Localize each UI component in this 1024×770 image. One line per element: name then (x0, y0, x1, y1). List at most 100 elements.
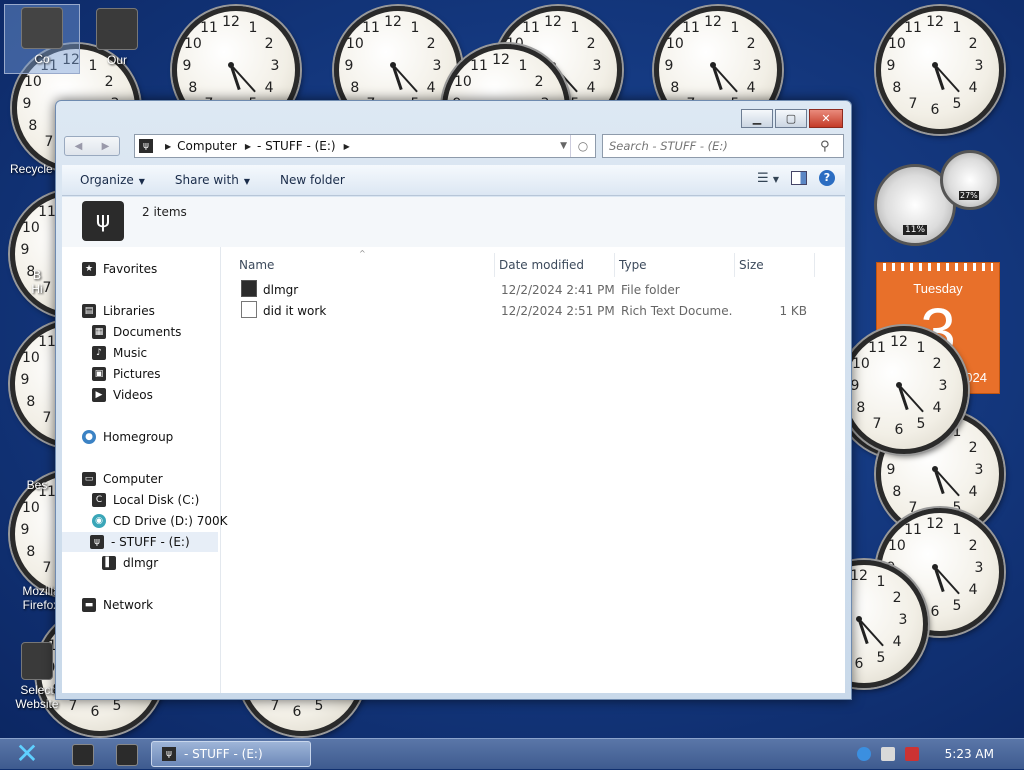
taskbar-explorer-button[interactable]: ψ - STUFF - (E:) (151, 741, 311, 767)
clock-gadget: 123456789101112 (876, 6, 1004, 134)
nav-local-disk[interactable]: C Local Disk (C:) (92, 490, 199, 510)
breadcrumb-chevron-icon[interactable]: ▶ (165, 142, 171, 151)
nav-music[interactable]: ♪ Music (92, 343, 147, 363)
clock-time[interactable]: 5:23 AM (945, 747, 994, 761)
start-button[interactable]: ✕ (10, 740, 44, 768)
column-header-date[interactable]: Date modified (495, 253, 615, 277)
svg-text:9: 9 (23, 96, 32, 112)
address-bar[interactable]: ψ ▶ Computer ▶ - STUFF - (E:) ▶ ▼ ○ (134, 134, 596, 158)
svg-text:5: 5 (953, 598, 962, 614)
maximize-button[interactable]: ▢ (775, 109, 807, 128)
taskbar-pinned-icon[interactable] (116, 744, 138, 766)
view-options-icon[interactable]: ☰ ▼ (757, 171, 779, 186)
svg-text:10: 10 (346, 36, 364, 52)
disk-icon: C (92, 493, 106, 507)
back-forward-buttons[interactable]: ◀ ▶ (64, 136, 120, 156)
svg-text:12: 12 (384, 14, 402, 30)
forward-arrow-icon[interactable]: ▶ (102, 141, 110, 152)
nav-documents[interactable]: ▦ Documents (92, 322, 181, 342)
file-name-cell: did it work (241, 301, 481, 321)
svg-text:11: 11 (522, 20, 540, 36)
svg-text:4: 4 (265, 80, 274, 96)
back-arrow-icon[interactable]: ◀ (75, 141, 83, 152)
svg-text:12: 12 (850, 568, 868, 584)
organize-label: Organize (80, 173, 134, 187)
svg-text:12: 12 (222, 14, 240, 30)
search-icon[interactable]: ⚲ (820, 139, 830, 154)
column-header-name[interactable]: Name ^ (221, 249, 495, 277)
nav-label: - STUFF - (E:) (111, 535, 190, 549)
chevron-down-icon: ▼ (243, 177, 250, 186)
close-button[interactable]: ✕ (809, 109, 843, 128)
svg-text:10: 10 (852, 356, 870, 372)
file-name-cell: dlmgr (241, 280, 481, 300)
item-count: 2 items (142, 205, 187, 219)
svg-text:7: 7 (45, 134, 54, 150)
folder-icon: ▌ (102, 556, 116, 570)
nav-label: Pictures (113, 367, 161, 381)
svg-text:8: 8 (892, 80, 901, 96)
address-dropdown-icon[interactable]: ▼ (560, 141, 567, 151)
desktop-icon-our[interactable]: Our (80, 6, 154, 67)
volume-muted-icon[interactable] (904, 747, 919, 761)
svg-text:10: 10 (454, 74, 472, 90)
svg-text:12: 12 (544, 14, 562, 30)
nav-stuff-drive[interactable]: ψ - STUFF - (E:) (62, 532, 218, 552)
file-date: 12/2/2024 2:51 PM (501, 304, 615, 318)
breadcrumb-chevron-icon[interactable]: ▶ (245, 142, 251, 151)
desktop-icon-label: Our (106, 53, 127, 67)
file-row[interactable]: dlmgr 12/2/2024 2:41 PM File folder (221, 280, 845, 300)
svg-text:10: 10 (22, 220, 40, 236)
svg-text:8: 8 (892, 484, 901, 500)
shortcut-icon (21, 642, 53, 680)
column-header-type[interactable]: Type (615, 253, 735, 277)
file-row[interactable]: did it work 12/2/2024 2:51 PM Rich Text … (221, 301, 845, 321)
explorer-window[interactable]: ▁ ▢ ✕ ◀ ▶ ψ ▶ Computer ▶ - STUFF - (E:) … (55, 100, 852, 700)
refresh-icon[interactable]: ○ (570, 135, 595, 157)
svg-text:10: 10 (22, 350, 40, 366)
svg-text:9: 9 (21, 372, 30, 388)
svg-text:11: 11 (362, 20, 380, 36)
breadcrumb-stuff-drive[interactable]: - STUFF - (E:) (257, 139, 336, 153)
nav-computer[interactable]: ▭ Computer (82, 469, 163, 489)
new-folder-button[interactable]: New folder (280, 173, 345, 187)
nav-homegroup[interactable]: ● Homegroup (82, 427, 173, 447)
preview-pane-icon[interactable] (791, 171, 807, 185)
svg-text:9: 9 (21, 522, 30, 538)
nav-cd-drive[interactable]: ◉ CD Drive (D:) 700K (92, 511, 227, 531)
svg-text:11: 11 (682, 20, 700, 36)
share-with-label: Share with (174, 173, 239, 187)
nav-libraries[interactable]: ▤ Libraries (82, 301, 155, 321)
nav-pictures[interactable]: ▣ Pictures (92, 364, 161, 384)
nav-network[interactable]: ▬ Network (82, 595, 153, 615)
svg-text:6: 6 (931, 102, 940, 118)
breadcrumb-computer[interactable]: Computer (177, 139, 237, 153)
organize-button[interactable]: Organize ▼ (80, 173, 145, 187)
sort-up-icon: ^ (359, 249, 366, 258)
svg-text:2: 2 (969, 538, 978, 554)
svg-text:6: 6 (293, 704, 302, 720)
desktop-icon-computer[interactable]: Co (4, 4, 80, 74)
search-box[interactable]: ⚲ (602, 134, 844, 158)
svg-text:5: 5 (953, 96, 962, 112)
share-with-button[interactable]: Share with ▼ (175, 173, 250, 187)
svg-text:6: 6 (91, 704, 100, 720)
minimize-button[interactable]: ▁ (741, 109, 773, 128)
cloud-icon[interactable] (856, 747, 871, 761)
svg-text:11: 11 (904, 522, 922, 538)
navigation-bar: ◀ ▶ ψ ▶ Computer ▶ - STUFF - (E:) ▶ ▼ ○ … (64, 134, 844, 158)
taskbar-pinned-icon[interactable] (72, 744, 94, 766)
column-header-size[interactable]: Size (735, 253, 815, 277)
svg-text:11: 11 (904, 20, 922, 36)
nav-favorites[interactable]: ★ Favorites (82, 259, 157, 279)
network-tray-icon[interactable] (880, 747, 895, 761)
document-icon: ▦ (92, 325, 106, 339)
search-input[interactable] (603, 138, 816, 154)
svg-text:2: 2 (587, 36, 596, 52)
nav-dlmgr[interactable]: ▌ dlmgr (102, 553, 158, 573)
nav-videos[interactable]: ▶ Videos (92, 385, 153, 405)
help-icon[interactable]: ? (819, 170, 835, 186)
column-label: Size (739, 258, 764, 272)
svg-text:11: 11 (868, 340, 886, 356)
breadcrumb-chevron-icon[interactable]: ▶ (344, 142, 350, 151)
